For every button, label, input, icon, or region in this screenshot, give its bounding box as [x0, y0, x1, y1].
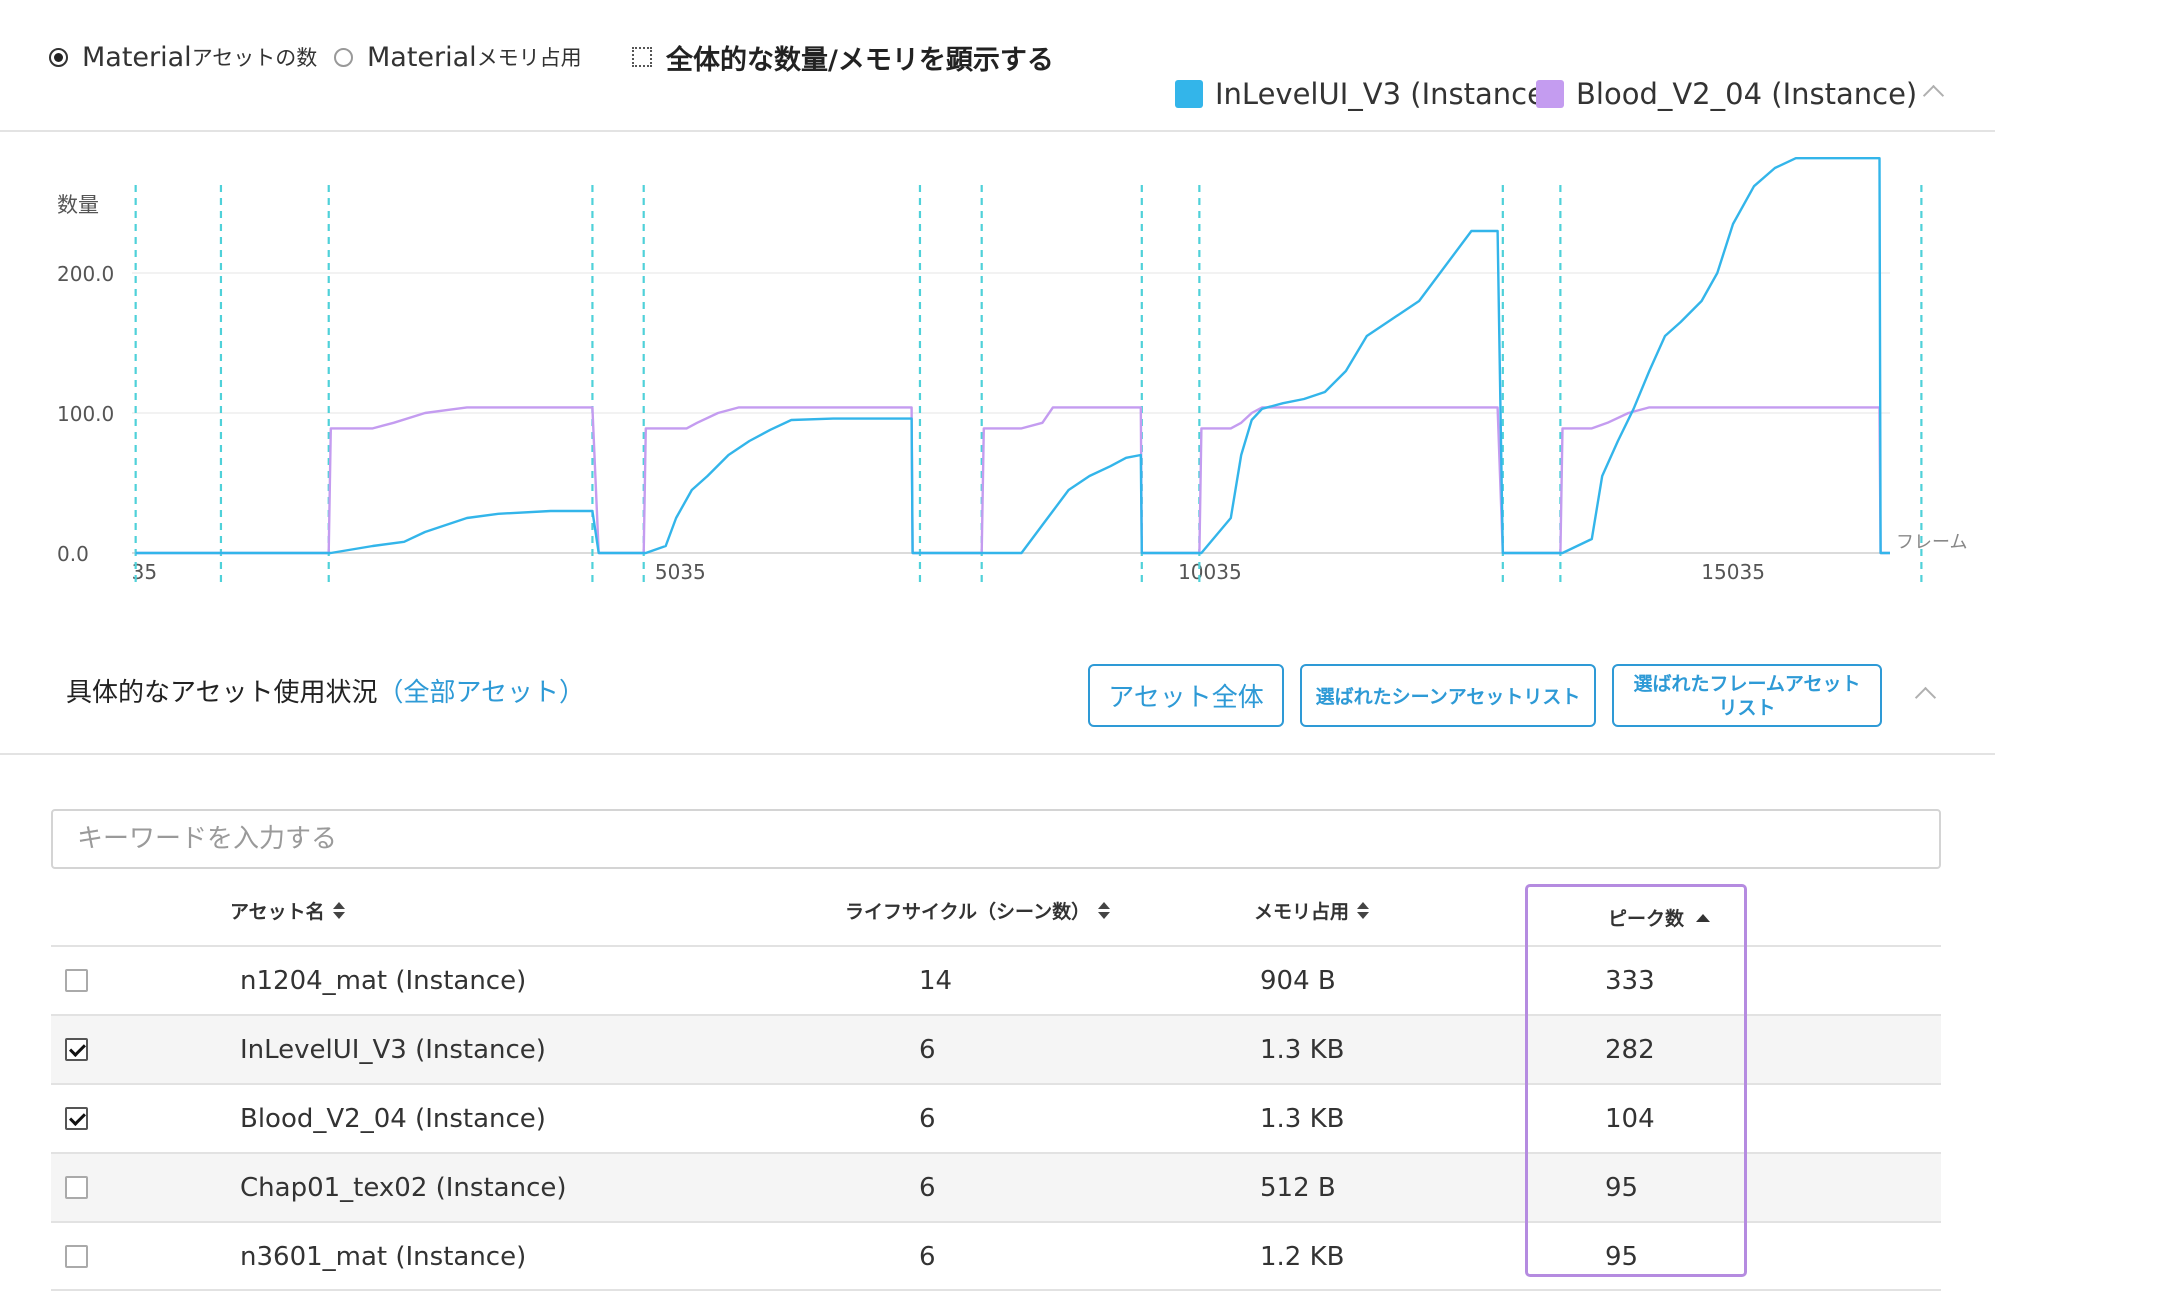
peak-cell: 333	[1605, 965, 1655, 996]
asset-name-cell: n1204_mat (Instance)	[240, 965, 527, 996]
column-header-asset-name[interactable]: アセット名	[230, 897, 345, 924]
asset-name-cell: Chap01_tex02 (Instance)	[240, 1172, 567, 1203]
x-axis-title: フレーム	[1896, 532, 1967, 553]
series-line	[135, 157, 1890, 555]
scene-asset-list-button-label: 選ばれたシーンアセットリスト	[1315, 686, 1581, 708]
radio-icon-checked[interactable]	[49, 47, 68, 67]
sort-icon[interactable]	[1357, 902, 1370, 919]
table-row[interactable]: InLevelUI_V3 (Instance) 6 1.3 KB 282	[51, 1014, 1941, 1083]
sort-icon[interactable]	[332, 902, 345, 919]
chevron-up-icon[interactable]	[1914, 686, 1937, 709]
peak-cell: 95	[1605, 1241, 1639, 1272]
table-row[interactable]: n1204_mat (Instance) 14 904 B 333	[51, 945, 1941, 1014]
y-tick-label: 0.0	[57, 542, 89, 566]
row-checkbox-checked[interactable]	[65, 1107, 88, 1130]
asset-name-cell: InLevelUI_V3 (Instance)	[240, 1034, 546, 1065]
peak-cell: 282	[1605, 1034, 1655, 1065]
peak-cell: 104	[1605, 1103, 1655, 1134]
section-title: 具体的なアセット使用状況（全部アセット）	[66, 672, 585, 709]
frame-asset-list-button-label-line2: リスト	[1718, 696, 1776, 719]
sort-ascending-icon[interactable]	[1696, 913, 1711, 922]
material-count-chart: 0.0100.0200.0数量35 5035 10035 15035フレーム	[57, 157, 1967, 587]
chevron-up-icon[interactable]	[1922, 84, 1945, 107]
divider	[0, 130, 1995, 132]
radio-memory-label-main: Material	[367, 41, 477, 73]
row-checkbox[interactable]	[65, 969, 88, 992]
scene-asset-list-button[interactable]: 選ばれたシーンアセットリスト	[1300, 664, 1596, 727]
legend-label: InLevelUI_V3 (Instance)	[1215, 77, 1557, 111]
column-header-label: アセット名	[230, 901, 325, 923]
legend-item-inlevelui[interactable]: InLevelUI_V3 (Instance)	[1175, 74, 1556, 114]
table-bottom-border	[51, 1289, 1941, 1291]
x-tick-label: 10035	[1178, 560, 1242, 584]
divider	[0, 753, 1995, 755]
radio-material-count[interactable]: Material アセットの数	[49, 37, 317, 77]
legend-label: Blood_V2_04 (Instance)	[1576, 77, 1918, 111]
checkbox-icon[interactable]	[632, 47, 652, 67]
lifecycle-cell: 6	[919, 1034, 936, 1065]
memory-cell: 512 B	[1260, 1172, 1336, 1203]
show-total-label: 全体的な数量/メモリを顕示する	[666, 44, 1054, 76]
all-assets-link[interactable]: （全部アセット）	[377, 678, 584, 708]
lifecycle-cell: 14	[919, 965, 953, 996]
row-checkbox[interactable]	[65, 1245, 88, 1268]
column-header-memory[interactable]: メモリ占用	[1254, 897, 1370, 924]
column-header-label: ライフサイクル（シーン数）	[845, 901, 1091, 923]
peak-cell: 95	[1605, 1172, 1639, 1203]
row-checkbox[interactable]	[65, 1176, 88, 1199]
lifecycle-cell: 6	[919, 1172, 936, 1203]
radio-count-label-main: Material	[82, 41, 192, 73]
memory-cell: 1.3 KB	[1260, 1103, 1345, 1134]
keyword-search-input[interactable]	[51, 809, 1941, 869]
frame-asset-list-button-label-line1: 選ばれたフレームアセット	[1633, 672, 1861, 695]
sort-icon[interactable]	[1098, 902, 1111, 919]
memory-cell: 1.3 KB	[1260, 1034, 1345, 1065]
frame-asset-list-button[interactable]: 選ばれたフレームアセット リスト	[1612, 664, 1882, 727]
column-header-label: メモリ占用	[1254, 901, 1350, 923]
memory-cell: 1.2 KB	[1260, 1241, 1345, 1272]
memory-cell: 904 B	[1260, 965, 1336, 996]
column-header-label: ピーク数	[1608, 908, 1685, 930]
radio-material-memory[interactable]: Material メモリ占用	[334, 37, 582, 77]
y-axis-title: 数量	[57, 193, 99, 217]
legend-item-blood[interactable]: Blood_V2_04 (Instance)	[1536, 74, 1917, 114]
section-title-text: 具体的なアセット使用状況	[66, 678, 378, 708]
series-line	[135, 406, 1890, 555]
legend-swatch-icon	[1175, 80, 1203, 108]
radio-memory-label-sub: メモリ占用	[476, 46, 582, 70]
x-tick-label: 5035	[655, 560, 706, 584]
asset-name-cell: n3601_mat (Instance)	[240, 1241, 527, 1272]
column-header-lifecycle[interactable]: ライフサイクル（シーン数）	[845, 897, 1111, 924]
lifecycle-cell: 6	[919, 1241, 936, 1272]
table-row[interactable]: Chap01_tex02 (Instance) 6 512 B 95	[51, 1152, 1941, 1221]
table-row[interactable]: Blood_V2_04 (Instance) 6 1.3 KB 104	[51, 1083, 1941, 1152]
radio-icon[interactable]	[334, 47, 353, 67]
radio-count-label-sub: アセットの数	[191, 46, 318, 70]
table-row[interactable]: n3601_mat (Instance) 6 1.2 KB 95	[51, 1221, 1941, 1290]
all-assets-button[interactable]: アセット全体	[1088, 664, 1284, 727]
x-tick-label: 15035	[1701, 560, 1765, 584]
y-tick-label: 100.0	[57, 402, 114, 426]
row-checkbox-checked[interactable]	[65, 1038, 88, 1061]
all-assets-button-label: アセット全体	[1108, 683, 1264, 713]
show-total-checkbox[interactable]: 全体的な数量/メモリを顕示する	[632, 37, 1054, 77]
lifecycle-cell: 6	[919, 1103, 936, 1134]
asset-name-cell: Blood_V2_04 (Instance)	[240, 1103, 546, 1134]
legend-swatch-icon	[1536, 80, 1564, 108]
column-header-peak[interactable]: ピーク数	[1608, 904, 1711, 931]
y-tick-label: 200.0	[57, 262, 114, 286]
